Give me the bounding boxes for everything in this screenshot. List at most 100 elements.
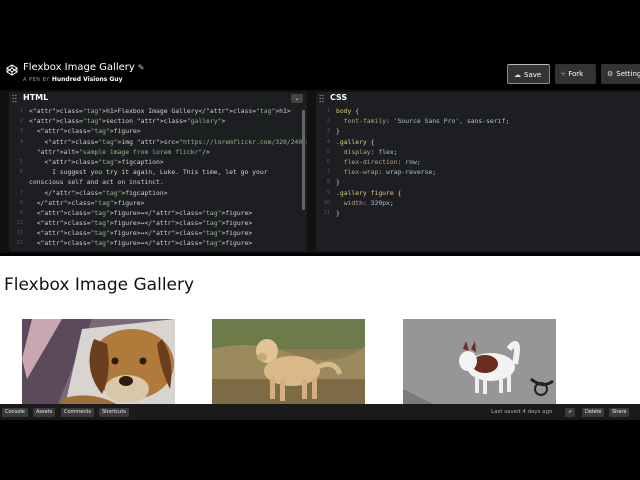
code-text[interactable]: <"attr">class="tag">figure>↔</"attr">cla…	[29, 238, 307, 248]
code-line[interactable]: 8}	[316, 177, 640, 187]
chevron-down-icon[interactable]: ⌄	[291, 94, 303, 103]
code-text[interactable]: <"attr">class="tag">figure>↔</"attr">cla…	[29, 218, 307, 228]
code-line[interactable]: 2 <"attr">class="tag">section "attr">clas…	[9, 116, 307, 126]
share-button[interactable]: Share	[609, 408, 630, 417]
code-line[interactable]: 25 <"attr">class="tag">figure>↔</"attr">…	[9, 249, 307, 251]
code-line[interactable]: "attr">alt="sample image from lorem flic…	[9, 147, 307, 157]
line-number: 7	[326, 169, 330, 176]
line-number: 21	[16, 240, 23, 247]
html-code-area[interactable]: 1 <"attr">class="tag">h1>Flexbox Image Ga…	[9, 106, 307, 251]
code-line[interactable]: 11}	[316, 208, 640, 218]
code-text[interactable]: <"attr">class="tag">figure>↔</"attr">cla…	[29, 208, 307, 218]
line-number: 13	[16, 220, 23, 227]
settings-label: Settings	[616, 70, 640, 78]
edit-pencil-icon[interactable]: ✎	[138, 63, 145, 72]
fork-button[interactable]: ⑂ Fork	[555, 64, 596, 84]
settings-button[interactable]: ⚙Settings	[601, 64, 640, 84]
console-button[interactable]: Console	[2, 408, 28, 417]
html-scrollbar[interactable]	[302, 110, 305, 210]
save-button[interactable]: ☁ Save	[507, 64, 550, 84]
code-line[interactable]: 6 I suggest you try it again, Luke. This…	[9, 167, 307, 177]
code-text[interactable]: <"attr">class="tag">figure>	[29, 126, 307, 136]
css-editor[interactable]: CSS 1 body {2 font-family: 'Source Sans P…	[316, 92, 640, 251]
external-link-icon[interactable]: ⇗	[565, 408, 575, 417]
html-editor[interactable]: HTML ⌄ 1 <"attr">class="tag">h1>Flexbox I…	[9, 92, 307, 251]
line-number: 5	[19, 158, 23, 165]
line-number: 2	[326, 118, 330, 125]
line-number: 1	[19, 108, 23, 114]
delete-button[interactable]: Delete	[582, 408, 605, 417]
line-number: 8	[326, 179, 330, 186]
code-line[interactable]: 4 .gallery {	[316, 137, 640, 147]
code-line[interactable]: 3}	[316, 126, 640, 136]
gallery-image-husky-puppy	[403, 319, 556, 404]
editors-panel: HTML ⌄ 1 <"attr">class="tag">h1>Flexbox I…	[0, 90, 640, 253]
editor-footer: Console Assets Comments Shortcuts Last s…	[0, 404, 640, 420]
code-line[interactable]: 9 <"attr">class="tag">figure>↔</"attr">c…	[9, 208, 307, 218]
code-line[interactable]: 6 flex-direction: row;	[316, 157, 640, 167]
line-number: 4	[19, 138, 23, 145]
drag-handle-icon[interactable]	[319, 94, 324, 103]
line-number: 9	[326, 189, 330, 196]
line-number: 10	[323, 199, 330, 206]
code-line[interactable]: 2 font-family: 'Source Sans Pro', sans-s…	[316, 116, 640, 126]
code-text[interactable]: }	[336, 208, 640, 218]
last-saved-status: Last saved 4 days ago	[491, 409, 553, 415]
pen-title[interactable]: Flexbox Image Gallery ✎	[23, 62, 145, 73]
code-text[interactable]: display: flex;	[336, 147, 640, 157]
pen-author: A PEN BY Hundred Visions Guy	[23, 76, 122, 83]
preview-frame[interactable]: Flexbox Image Gallery	[0, 256, 640, 404]
comments-button[interactable]: Comments	[61, 408, 95, 417]
code-text[interactable]: </"attr">class="tag">figcaption>	[29, 188, 307, 198]
fork-label: Fork	[568, 70, 584, 78]
code-line[interactable]: 13 <"attr">class="tag">figure>↔</"attr">…	[9, 218, 307, 228]
shortcuts-button[interactable]: Shortcuts	[99, 408, 129, 417]
code-line[interactable]: 7 flex-wrap: wrap-reverse;	[316, 167, 640, 177]
code-line[interactable]: 3 <"attr">class="tag">figure>	[9, 126, 307, 136]
save-label: Save	[524, 71, 542, 79]
code-line[interactable]: 7 </"attr">class="tag">figcaption>	[9, 188, 307, 198]
code-text[interactable]: <"attr">class="tag">img "attr">src="http…	[29, 137, 307, 147]
css-editor-title: CSS	[330, 93, 348, 102]
code-line[interactable]: 21 <"attr">class="tag">figure>↔</"attr">…	[9, 238, 307, 248]
code-text[interactable]: <"attr">class="tag">h1>Flexbox Image Gal…	[29, 106, 307, 116]
code-line[interactable]: 4 <"attr">class="tag">img "attr">src="ht…	[9, 137, 307, 147]
code-line[interactable]: 1 <"attr">class="tag">h1>Flexbox Image Ga…	[9, 106, 307, 116]
pen-title-text[interactable]: Flexbox Image Gallery	[23, 62, 135, 73]
code-text[interactable]: <"attr">class="tag">figcaption>	[29, 157, 307, 167]
code-text[interactable]: </"attr">class="tag">figure>	[29, 198, 307, 208]
code-text[interactable]: "attr">alt="sample image from lorem flic…	[29, 147, 307, 157]
line-number: 5	[326, 148, 330, 155]
code-text[interactable]: <"attr">class="tag">figure>↔</"attr">cla…	[29, 249, 307, 251]
drag-handle-icon[interactable]	[12, 94, 17, 103]
code-line[interactable]: conscious self and act on instinct.	[9, 177, 307, 187]
code-text[interactable]: }	[336, 126, 640, 136]
html-editor-title: HTML	[23, 93, 49, 102]
code-text[interactable]: flex-wrap: wrap-reverse;	[336, 167, 640, 177]
code-text[interactable]: <"attr">class="tag">figure>↔</"attr">cla…	[29, 228, 307, 238]
code-line[interactable]: 17 <"attr">class="tag">figure>↔</"attr">…	[9, 228, 307, 238]
author-name[interactable]: Hundred Visions Guy	[52, 76, 123, 83]
gear-icon: ⚙	[607, 70, 614, 78]
code-line[interactable]: 9 .gallery figure {	[316, 188, 640, 198]
code-text[interactable]: .gallery figure {	[336, 188, 640, 198]
code-text[interactable]: font-family: 'Source Sans Pro', sans-ser…	[336, 116, 640, 126]
line-number: 11	[323, 209, 330, 216]
code-text[interactable]: width: 320px;	[336, 198, 640, 208]
code-line[interactable]: 10 width: 320px;	[316, 198, 640, 208]
codepen-logo-icon[interactable]	[6, 64, 18, 76]
code-line[interactable]: 5 <"attr">class="tag">figcaption>	[9, 157, 307, 167]
code-text[interactable]: body {	[336, 106, 640, 116]
code-line[interactable]: 8 </"attr">class="tag">figure>	[9, 198, 307, 208]
css-code-area[interactable]: 1 body {2 font-family: 'Source Sans Pro',…	[316, 106, 640, 251]
code-text[interactable]: }	[336, 177, 640, 187]
code-line[interactable]: 1 body {	[316, 106, 640, 116]
line-number: 4	[326, 138, 330, 145]
code-text[interactable]: <"attr">class="tag">section "attr">class…	[29, 116, 307, 126]
code-text[interactable]: conscious self and act on instinct.	[29, 177, 307, 187]
code-text[interactable]: .gallery {	[336, 137, 640, 147]
assets-button[interactable]: Assets	[33, 408, 56, 417]
code-text[interactable]: flex-direction: row;	[336, 157, 640, 167]
code-line[interactable]: 5 display: flex;	[316, 147, 640, 157]
code-text[interactable]: I suggest you try it again, Luke. This t…	[29, 167, 307, 177]
